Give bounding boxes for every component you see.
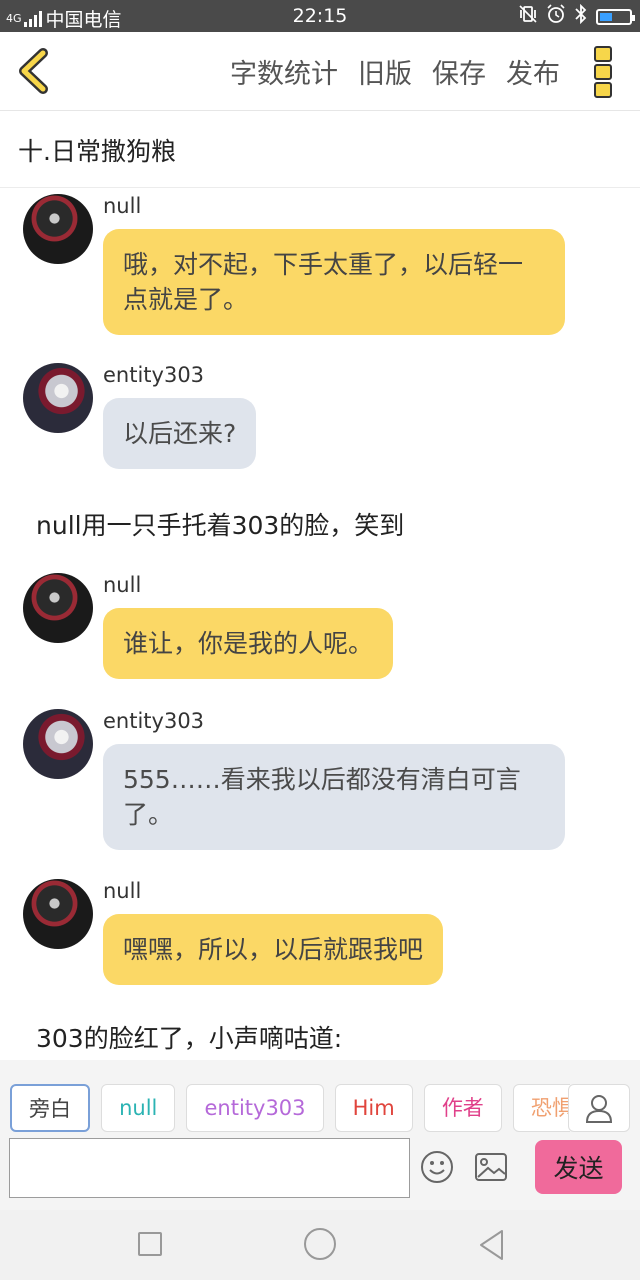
recent-apps-icon[interactable] — [138, 1232, 162, 1256]
role-chip-entity303[interactable]: entity303 — [186, 1084, 324, 1132]
back-button[interactable] — [12, 46, 62, 96]
home-icon[interactable] — [304, 1228, 336, 1260]
word-count-button[interactable]: 字数统计 — [230, 52, 338, 91]
chapter-title[interactable]: 十.日常撒狗粮 — [0, 110, 640, 188]
speaker-name: null — [103, 879, 142, 903]
nav-back-icon[interactable] — [478, 1229, 506, 1265]
message-bubble[interactable]: 以后还来? — [103, 398, 257, 469]
smiley-icon — [421, 1151, 453, 1183]
message-bubble[interactable]: 555……看来我以后都没有清白可言了。 — [103, 744, 565, 850]
battery-icon — [596, 8, 635, 25]
old-version-button[interactable]: 旧版 — [358, 52, 412, 91]
user-icon — [585, 1095, 613, 1123]
vibrate-icon — [518, 4, 538, 29]
status-right — [518, 3, 635, 29]
speaker-name: null — [103, 573, 142, 597]
editor-toolbar: 字数统计 旧版 保存 发布 — [0, 32, 640, 111]
status-bar: 4G 中国电信 22:15 — [0, 0, 640, 32]
insert-image-button[interactable] — [474, 1152, 508, 1182]
image-icon — [475, 1153, 507, 1181]
bluetooth-icon — [574, 3, 588, 29]
speaker-name: null — [103, 194, 142, 218]
role-chip-him[interactable]: Him — [334, 1084, 413, 1132]
manage-roles-button[interactable] — [568, 1084, 630, 1132]
role-chip-author[interactable]: 作者 — [423, 1084, 502, 1132]
role-chip-null[interactable]: null — [101, 1084, 176, 1132]
message-bubble[interactable]: 谁让，你是我的人呢。 — [103, 608, 394, 679]
save-button[interactable]: 保存 — [432, 52, 486, 91]
toolbar-actions: 字数统计 旧版 保存 发布 — [230, 52, 560, 91]
avatar-null[interactable] — [23, 194, 93, 264]
message-bubble[interactable]: 嘿嘿，所以，以后就跟我吧 — [103, 914, 444, 985]
avatar-null[interactable] — [23, 879, 93, 949]
role-selector: 旁白 null entity303 Him 作者 恐惧魔 — [10, 1084, 570, 1134]
more-menu-icon[interactable] — [594, 46, 616, 98]
speaker-name: entity303 — [103, 363, 205, 387]
avatar-null[interactable] — [23, 573, 93, 643]
role-chip-narrator[interactable]: 旁白 — [10, 1084, 90, 1132]
avatar-entity303[interactable] — [23, 709, 93, 779]
message-bubble[interactable]: 哦，对不起，下手太重了，以后轻一点就是了。 — [103, 229, 565, 335]
alarm-icon — [546, 4, 566, 29]
system-nav-bar — [0, 1210, 640, 1280]
publish-button[interactable]: 发布 — [506, 52, 560, 91]
message-input[interactable] — [9, 1138, 410, 1198]
role-chip-fear-demon[interactable]: 恐惧魔 — [512, 1084, 570, 1132]
avatar-entity303[interactable] — [23, 363, 93, 433]
chevron-left-icon — [19, 48, 48, 94]
narration-line[interactable]: 303的脸红了，小声嘀咕道: — [36, 1019, 342, 1055]
narration-line[interactable]: null用一只手托着303的脸，笑到 — [36, 506, 404, 542]
speaker-name: entity303 — [103, 709, 205, 733]
conversation-area[interactable]: null 哦，对不起，下手太重了，以后轻一点就是了。 entity303 以后还… — [0, 188, 640, 1060]
send-button[interactable]: 发送 — [535, 1140, 622, 1194]
emoji-button[interactable] — [420, 1150, 454, 1184]
